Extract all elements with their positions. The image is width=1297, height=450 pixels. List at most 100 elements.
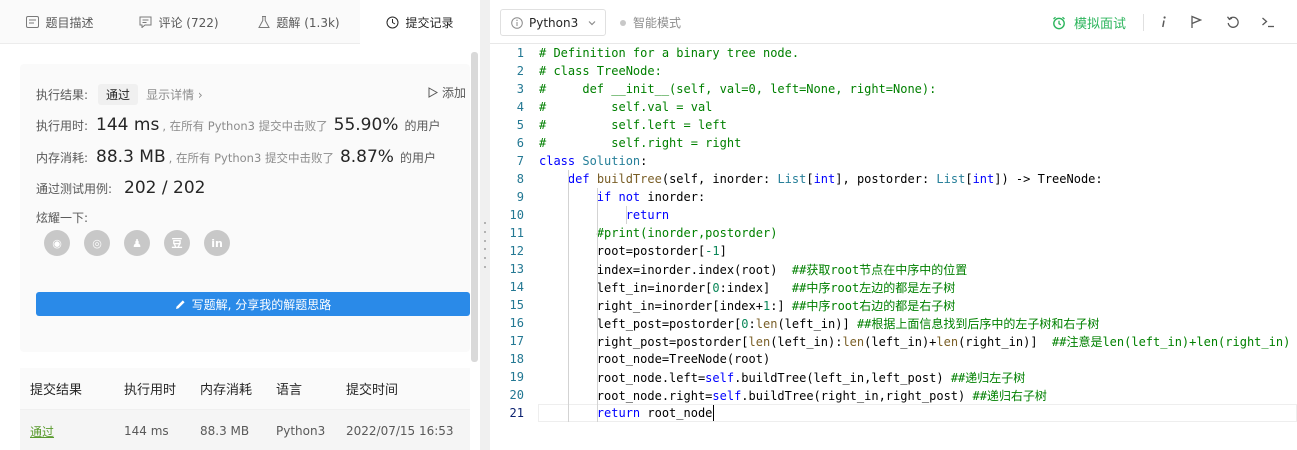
alarm-clock-icon — [1053, 16, 1065, 29]
show-detail-link[interactable]: 显示详情 › — [146, 86, 203, 103]
smart-mode-toggle[interactable]: 智能模式 — [620, 14, 681, 31]
code-text: left_in=inorder[0:index] ##中序root左边的都是左子… — [539, 279, 955, 296]
code-line[interactable]: 20 root_node.right=self.buildTree(right_… — [490, 386, 1297, 404]
row-memory: 88.3 MB — [200, 424, 250, 438]
code-token: 0 — [712, 280, 720, 295]
share-icons: ◉ ◎ ♟ 豆 in — [44, 230, 230, 256]
code-token: len — [842, 334, 865, 349]
code-token: ##中序root左边的都是左子树 — [791, 280, 956, 295]
code-token: root_node.right= — [539, 388, 713, 403]
code-line[interactable]: 12 root=postorder[-1] — [490, 242, 1297, 260]
code-token: root_node — [647, 406, 713, 420]
code-line[interactable]: 10 return — [490, 206, 1297, 224]
panel-splitter[interactable] — [480, 0, 490, 450]
weibo-icon[interactable]: ◎ — [84, 230, 110, 256]
code-token: len — [755, 316, 778, 331]
code-editor[interactable]: 1 # Definition for a binary tree node. 2 # … — [490, 44, 1297, 450]
mock-interview-button[interactable]: 模拟面试 — [1052, 13, 1126, 32]
tab-submissions[interactable]: 提交记录 — [360, 0, 480, 44]
language-select[interactable]: Python3 — [500, 9, 606, 36]
code-line[interactable]: 21 return root_node — [490, 404, 1297, 422]
douban-icon[interactable]: 豆 — [164, 230, 190, 256]
code-token: ], postorder: — [835, 172, 937, 186]
code-line[interactable]: 1 # Definition for a binary tree node. — [490, 44, 1297, 62]
code-text: return root_node — [539, 406, 713, 420]
code-text: if not inorder: — [539, 190, 705, 204]
code-token: ]) -> TreeNode: — [994, 172, 1103, 186]
code-line[interactable]: 6 # self.right = right — [490, 134, 1297, 152]
code-token: left_in=inorder[ — [539, 280, 713, 295]
code-line[interactable]: 5 # self.left = left — [490, 116, 1297, 134]
play-icon — [428, 87, 438, 98]
code-text: right_in=inorder[index+1:] ##中序root右边的都是… — [539, 297, 955, 314]
write-solution-button[interactable]: 写题解, 分享我的解题思路 — [36, 292, 470, 316]
code-text: index=inorder.index(root) ##获取root节点在中序中… — [539, 261, 967, 278]
runtime-label: 执行用时: — [36, 119, 89, 133]
code-token: : — [748, 316, 756, 331]
code-line[interactable]: 3 # def __init__(self, val=0, left=None, … — [490, 80, 1297, 98]
add-note-button[interactable]: 添加 — [428, 84, 466, 101]
code-token: (left_in)+ — [864, 334, 937, 349]
info-icon[interactable] — [1155, 13, 1173, 31]
code-line[interactable]: 13 index=inorder.index(root) ##获取root节点在… — [490, 260, 1297, 278]
code-text: # self.right = right — [539, 136, 741, 150]
submissions-table: 提交结果 执行用时 内存消耗 语言 提交时间 通过 144 ms 88.3 MB… — [20, 368, 470, 450]
flag-icon[interactable] — [1187, 13, 1205, 31]
code-line[interactable]: 11 #print(inorder,postorder) — [490, 224, 1297, 242]
left-panel: 题目描述 评论 (722) 题解 (1.3k) 提交记录 执行结果: 通过 显示… — [0, 0, 480, 450]
code-line[interactable]: 14 left_in=inorder[0:index] ##中序root左边的都… — [490, 278, 1297, 296]
code-line[interactable]: 9 if not inorder: — [490, 188, 1297, 206]
code-text: # self.val = val — [539, 100, 712, 114]
code-text: root_node.left=self.buildTree(left_in,le… — [539, 369, 1025, 386]
code-line[interactable]: 17 right_post=postorder[len(left_in):len… — [490, 332, 1297, 350]
comment-icon — [139, 16, 152, 28]
line-number: 11 — [509, 226, 524, 240]
reset-icon[interactable] — [1224, 13, 1242, 31]
line-number: 1 — [516, 46, 524, 60]
code-line[interactable]: 19 root_node.left=self.buildTree(left_in… — [490, 368, 1297, 386]
text-cursor — [713, 405, 715, 421]
code-line[interactable]: 18 root_node=TreeNode(root) — [490, 350, 1297, 368]
add-note-label: 添加 — [442, 86, 467, 100]
line-number: 4 — [516, 100, 524, 114]
code-line[interactable]: 15 right_in=inorder[index+1:] ##中序root右边… — [490, 296, 1297, 314]
tab-submissions-label: 提交记录 — [405, 15, 454, 30]
code-line[interactable]: 2 # class TreeNode: — [490, 62, 1297, 80]
code-line[interactable]: 8 def buildTree(self, inorder: List[int]… — [490, 170, 1297, 188]
code-token: return — [596, 406, 648, 420]
code-line[interactable]: 7 class Solution: — [490, 152, 1297, 170]
line-number: 2 — [516, 64, 524, 78]
tab-solutions[interactable]: 题解 (1.3k) — [238, 0, 360, 44]
left-scrollbar[interactable] — [471, 52, 478, 362]
code-line[interactable]: 16 left_post=postorder[0:len(left_in)] #… — [490, 314, 1297, 332]
row-result-link[interactable]: 通过 — [30, 425, 54, 439]
console-icon[interactable] — [1259, 13, 1277, 31]
line-number: 17 — [509, 334, 524, 348]
header-runtime: 执行用时 — [124, 383, 177, 398]
runtime-value: 144 ms — [96, 115, 160, 135]
result-card: 执行结果: 通过 显示详情 › 添加 执行用时: 144 ms , 在所有 Py… — [20, 64, 470, 352]
line-number: 18 — [509, 352, 524, 366]
table-row[interactable]: 通过 144 ms 88.3 MB Python3 2022/07/15 16:… — [20, 410, 470, 450]
code-text: right_post=postorder[len(left_in):len(le… — [539, 333, 1291, 350]
share-row: 炫耀一下: — [36, 209, 88, 226]
line-number: 21 — [509, 406, 524, 420]
editor-toolbar: Python3 智能模式 模拟面试 — [490, 0, 1297, 44]
tab-description[interactable]: 题目描述 — [0, 0, 120, 44]
linkedin-icon[interactable]: in — [204, 230, 230, 256]
indent-guide — [596, 188, 598, 422]
tab-comments[interactable]: 评论 (722) — [120, 0, 238, 44]
wechat-icon[interactable]: ◉ — [44, 230, 70, 256]
code-line[interactable]: 4 # self.val = val — [490, 98, 1297, 116]
language-value: Python3 — [529, 15, 579, 30]
row-runtime: 144 ms — [124, 424, 169, 438]
code-token: .buildTree(left_in,left_post) — [734, 370, 951, 385]
code-text: # class TreeNode: — [539, 64, 662, 78]
code-token: class — [539, 154, 583, 168]
qq-icon[interactable]: ♟ — [124, 230, 150, 256]
row-language: Python3 — [276, 424, 326, 438]
code-text: # self.left = left — [539, 118, 727, 132]
description-icon — [26, 16, 40, 28]
code-token: (left_in)] — [777, 316, 857, 331]
